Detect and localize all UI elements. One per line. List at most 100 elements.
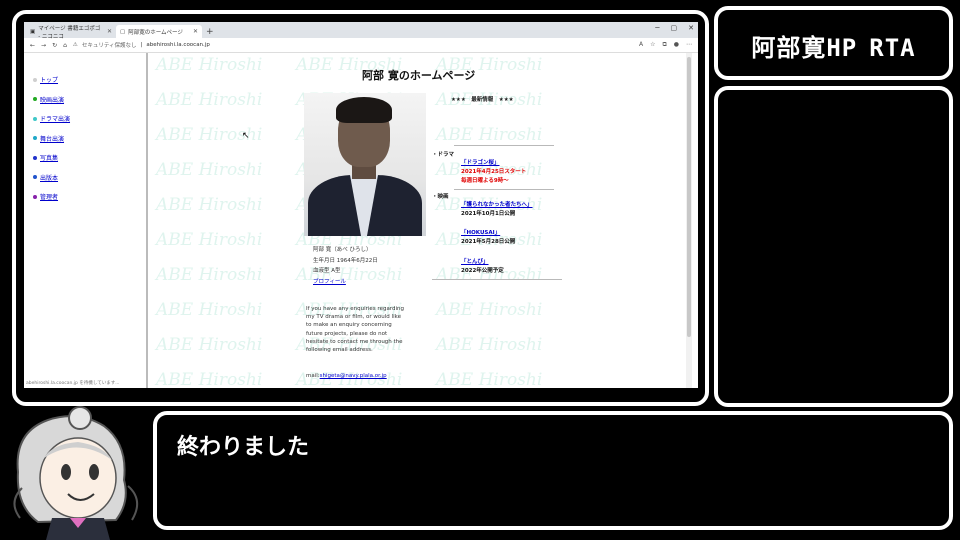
tab-label: 阿部寛のホームページ: [128, 29, 183, 36]
url-field[interactable]: ⚠ セキュリティ保護なし | abehiroshi.la.coocan.jp: [73, 41, 633, 49]
warning-icon: ⚠: [72, 42, 78, 48]
movie-section: ・映画: [432, 194, 449, 200]
back-icon[interactable]: ←: [30, 42, 35, 49]
nav-link[interactable]: 舞台出演: [40, 134, 64, 143]
nav-link[interactable]: ドラマ出演: [40, 114, 70, 123]
mail-label: mail:: [306, 373, 320, 379]
nav-link[interactable]: トップ: [40, 75, 58, 84]
nav-item-admin[interactable]: 管理者: [33, 187, 70, 207]
stream-title: 阿部寛HP RTA: [718, 28, 949, 63]
nav-link[interactable]: 写真集: [40, 153, 58, 162]
title-right: RTA: [869, 34, 916, 62]
yukkuri-character-avatar: [13, 406, 139, 540]
profile-name: 阿部 寛（あべ ひろし）: [313, 247, 372, 253]
watermark-text: ABE Hiroshi: [156, 55, 263, 75]
drama-title-link[interactable]: 「ドラゴン桜」: [461, 160, 500, 166]
menu-icon[interactable]: ⋯: [686, 41, 692, 49]
mail-link[interactable]: shigeta@navy.plala.or.jp: [320, 373, 387, 379]
toolbar-icons: A ☆ ⧉ ● ⋯: [639, 41, 692, 49]
movie-title-link[interactable]: 「護られなかった者たちへ」: [461, 202, 533, 208]
tab-favicon-icon: ▣: [30, 28, 36, 35]
security-text: セキュリティ保護なし: [81, 43, 137, 49]
watermark-text: ABE Hiroshi: [156, 370, 263, 388]
window-controls: ─ ▢ ✕: [655, 24, 694, 32]
movie-title-link[interactable]: 「とんび」: [461, 259, 489, 265]
watermark-text: ABE Hiroshi: [156, 265, 263, 285]
tab-bar: ▣ マイページ 書籍エゴポゴ - ニコニコ ✕ ▢ 阿部寛のホームページ ✕ +…: [24, 22, 698, 40]
browser-window: ▣ マイページ 書籍エゴポゴ - ニコニコ ✕ ▢ 阿部寛のホームページ ✕ +…: [24, 22, 698, 388]
minimize-icon[interactable]: ─: [655, 24, 659, 32]
movie-entry: 「護られなかった者たちへ」 2021年10月1日公開: [461, 201, 533, 219]
nav-list: トップ 映画出演 ドラマ出演 舞台出演 写真集 出版本 管理者: [33, 70, 70, 207]
title-left: 阿部寛HP: [751, 34, 858, 62]
watermark-text: ABE Hiroshi: [436, 125, 543, 145]
tab-label: マイページ 書籍エゴポゴ - ニコニコ: [38, 25, 101, 40]
nav-item-top[interactable]: トップ: [33, 70, 70, 90]
watermark-text: ABE Hiroshi: [436, 335, 543, 355]
scrollbar[interactable]: [686, 53, 692, 388]
web-page: トップ 映画出演 ドラマ出演 舞台出演 写真集 出版本 管理者 abehiros…: [24, 53, 692, 388]
bullet-icon: [33, 136, 37, 141]
nav-item-movies[interactable]: 映画出演: [33, 90, 70, 110]
mail-line: mail:shigeta@navy.plala.or.jp: [306, 373, 387, 379]
nav-link[interactable]: 映画出演: [40, 95, 64, 104]
bullet-icon: [33, 194, 37, 199]
close-window-icon[interactable]: ✕: [688, 24, 694, 32]
watermark-text: ABE Hiroshi: [156, 335, 263, 355]
forward-icon[interactable]: →: [41, 42, 46, 49]
dialog-text: 終わりました: [177, 435, 310, 460]
drama-start: 2021年4月25日スタート: [461, 169, 527, 175]
main-content-frame: ABE Hiroshi ABE Hiroshi ABE Hiroshi ABE Hir…: [148, 53, 692, 388]
watermark-text: ABE Hiroshi: [156, 160, 263, 180]
maximize-icon[interactable]: ▢: [671, 24, 678, 32]
bullet-icon: [33, 116, 37, 121]
nav-item-photobook[interactable]: 写真集: [33, 148, 70, 168]
read-aloud-icon[interactable]: A: [639, 41, 643, 49]
bullet-icon: [33, 155, 37, 160]
photo-hair: [336, 97, 392, 123]
movie-date: 2022年公開予定: [461, 268, 504, 274]
profile-link[interactable]: プロフィール: [313, 279, 346, 285]
home-icon[interactable]: ⌂: [63, 42, 67, 49]
address-bar: ← → ↻ ⌂ ⚠ セキュリティ保護なし | abehiroshi.la.coo…: [24, 38, 698, 53]
portrait-photo: [304, 93, 426, 236]
enquiry-text: If you have any enquiries regarding my T…: [306, 306, 404, 354]
watermark-text: ABE Hiroshi: [156, 300, 263, 320]
nav-link[interactable]: 管理者: [40, 192, 58, 201]
profile-blood: 血液型 A型: [313, 268, 341, 274]
drama-schedule: 毎週日曜よる9時～: [461, 178, 509, 184]
close-tab-icon[interactable]: ✕: [193, 28, 198, 35]
bullet-icon: [33, 97, 37, 102]
scrollbar-thumb[interactable]: [687, 57, 691, 337]
news-header: ★★★ 最新情報 ★★★: [451, 97, 514, 103]
url-separator: |: [140, 42, 143, 48]
new-tab-button[interactable]: +: [202, 25, 218, 38]
watermark-text: ABE Hiroshi: [156, 230, 263, 250]
watermark-text: ABE Hiroshi: [436, 300, 543, 320]
tab-abe-homepage[interactable]: ▢ 阿部寛のホームページ ✕: [116, 25, 202, 38]
mouse-cursor-icon: ↖: [242, 131, 250, 141]
news-divider: [454, 189, 554, 190]
close-tab-icon[interactable]: ✕: [107, 28, 112, 35]
movie-title-link[interactable]: 「HOKUSAI」: [461, 230, 500, 236]
tab-mypage[interactable]: ▣ マイページ 書籍エゴポゴ - ニコニコ ✕: [26, 25, 116, 40]
tab-favicon-icon: ▢: [120, 28, 126, 35]
reload-icon[interactable]: ↻: [52, 42, 57, 49]
bullet-icon: [33, 175, 37, 180]
movie-date: 2021年10月1日公開: [461, 211, 516, 217]
favorite-icon[interactable]: ☆: [650, 41, 655, 49]
nav-link[interactable]: 出版本: [40, 173, 58, 182]
side-frame: [714, 86, 953, 407]
drama-section: ・ドラマ: [432, 152, 455, 158]
nav-item-books[interactable]: 出版本: [33, 168, 70, 188]
movie-entry: 「HOKUSAI」 2021年5月28日公開: [461, 229, 515, 247]
nav-item-dramas[interactable]: ドラマ出演: [33, 109, 70, 129]
title-frame: 阿部寛HP RTA: [714, 6, 953, 80]
collections-icon[interactable]: ⧉: [662, 41, 666, 49]
profile-icon[interactable]: ●: [674, 41, 679, 49]
url-text: abehiroshi.la.coocan.jp: [146, 42, 210, 48]
bullet-icon: [33, 77, 37, 82]
dialog-frame: 終わりました: [153, 411, 953, 530]
page-title: 阿部 寛のホームページ: [362, 69, 476, 82]
nav-item-stage[interactable]: 舞台出演: [33, 129, 70, 149]
